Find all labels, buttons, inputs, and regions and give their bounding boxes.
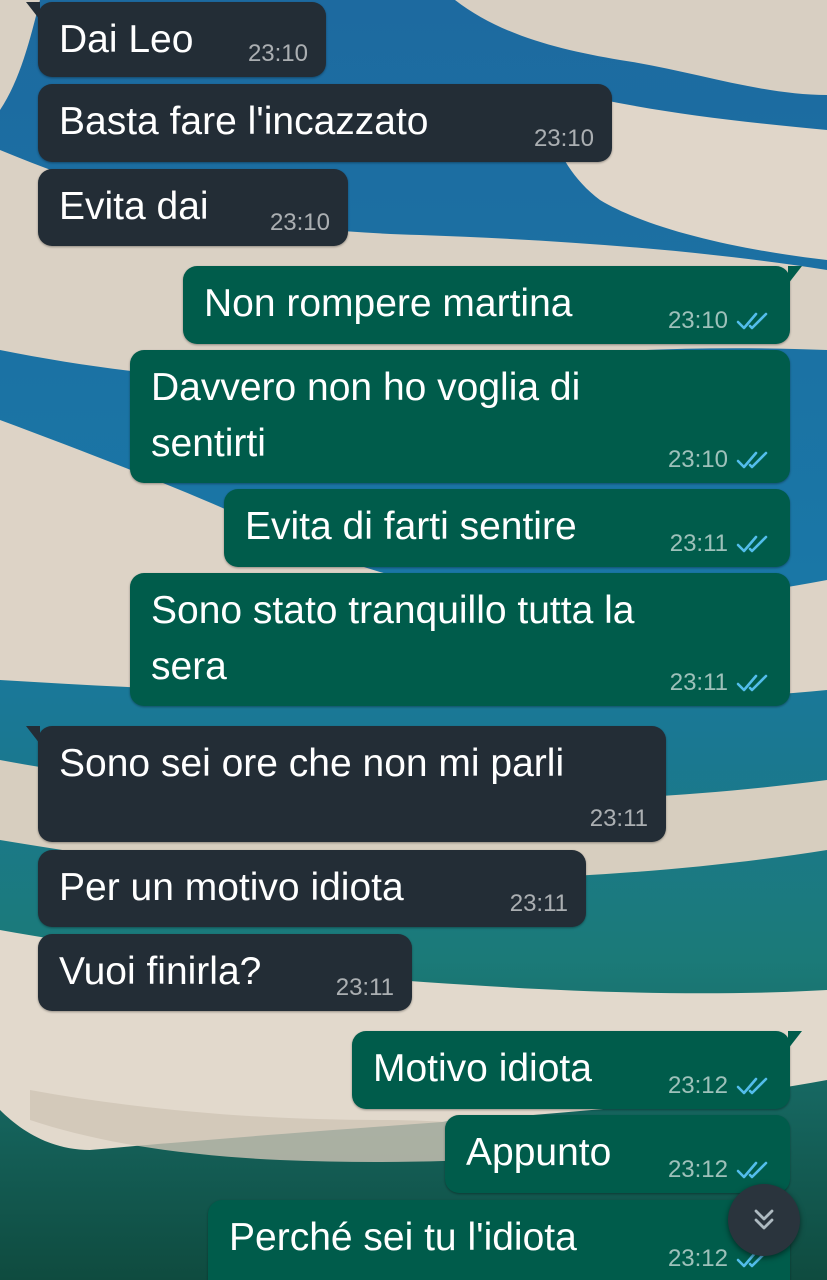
message-meta: 23:11 (510, 891, 568, 917)
message-meta: 23:11 (670, 531, 770, 557)
double-check-icon (736, 312, 768, 330)
message-text: Basta fare l'incazzato (59, 100, 429, 143)
scroll-to-bottom-button[interactable] (728, 1184, 800, 1256)
message-bubble-incoming[interactable]: Vuoi finirla? 23:11 (38, 934, 412, 1011)
message-bubble-outgoing[interactable]: Sono stato tranquillo tutta la sera 23:1… (130, 573, 790, 706)
message-bubble-incoming[interactable]: Dai Leo 23:10 (26, 2, 326, 77)
message-meta: 23:10 (668, 447, 770, 473)
message-meta: 23:10 (270, 210, 330, 236)
double-check-icon (736, 674, 768, 692)
message-text: Sono sei ore che non mi parli (59, 742, 565, 785)
message-bubble-incoming[interactable]: Basta fare l'incazzato 23:10 (38, 84, 612, 162)
message-time: 23:11 (669, 669, 728, 696)
message-time: 23:11 (589, 805, 648, 832)
message-bubble-outgoing[interactable]: Perché sei tu l'idiota 23:12 (208, 1200, 790, 1280)
message-time: 23:10 (269, 209, 330, 236)
message-time: 23:12 (667, 1245, 728, 1272)
message-time: 23:11 (669, 530, 728, 557)
bubble-tail (26, 2, 40, 20)
message-bubble-incoming[interactable]: Per un motivo idiota 23:11 (38, 850, 586, 927)
message-bubble-outgoing[interactable]: Davvero non ho voglia di sentirti 23:10 (130, 350, 790, 483)
message-time: 23:11 (509, 890, 568, 917)
message-time: 23:10 (667, 307, 728, 334)
message-bubble-outgoing[interactable]: Evita di farti sentire 23:11 (224, 489, 790, 567)
message-meta: 23:12 (668, 1157, 770, 1183)
bubble-tail (26, 726, 40, 744)
message-meta: 23:10 (668, 308, 770, 334)
double-check-icon (736, 1161, 768, 1179)
message-time: 23:10 (533, 125, 594, 152)
message-meta: 23:12 (668, 1073, 770, 1099)
message-time: 23:10 (667, 446, 728, 473)
message-meta: 23:11 (590, 806, 648, 832)
message-text: Per un motivo idiota (59, 866, 404, 909)
double-check-icon (736, 1077, 768, 1095)
bubble-tail (788, 1031, 802, 1049)
message-time: 23:12 (667, 1156, 728, 1183)
message-bubble-outgoing[interactable]: Motivo idiota 23:12 (352, 1031, 802, 1109)
double-check-icon (736, 451, 768, 469)
message-bubble-outgoing[interactable]: Non rompere martina 23:10 (183, 266, 802, 344)
message-meta: 23:10 (248, 41, 308, 67)
message-time: 23:12 (667, 1072, 728, 1099)
bubble-tail (788, 266, 802, 284)
message-meta: 23:11 (336, 975, 394, 1001)
message-bubble-outgoing[interactable]: Appunto 23:12 (445, 1115, 790, 1193)
double-chevron-down-icon (754, 1209, 774, 1230)
double-check-icon (736, 535, 768, 553)
message-time: 23:11 (335, 974, 394, 1001)
message-meta: 23:11 (670, 670, 770, 696)
message-text: Davvero non ho voglia di (151, 366, 581, 409)
message-meta: 23:10 (534, 126, 594, 152)
message-bubble-incoming[interactable]: Evita dai 23:10 (38, 169, 348, 246)
message-time: 23:10 (247, 40, 308, 67)
message-text: Sono stato tranquillo tutta la (151, 589, 635, 632)
message-bubble-incoming[interactable]: Sono sei ore che non mi parli 23:11 (26, 726, 666, 842)
